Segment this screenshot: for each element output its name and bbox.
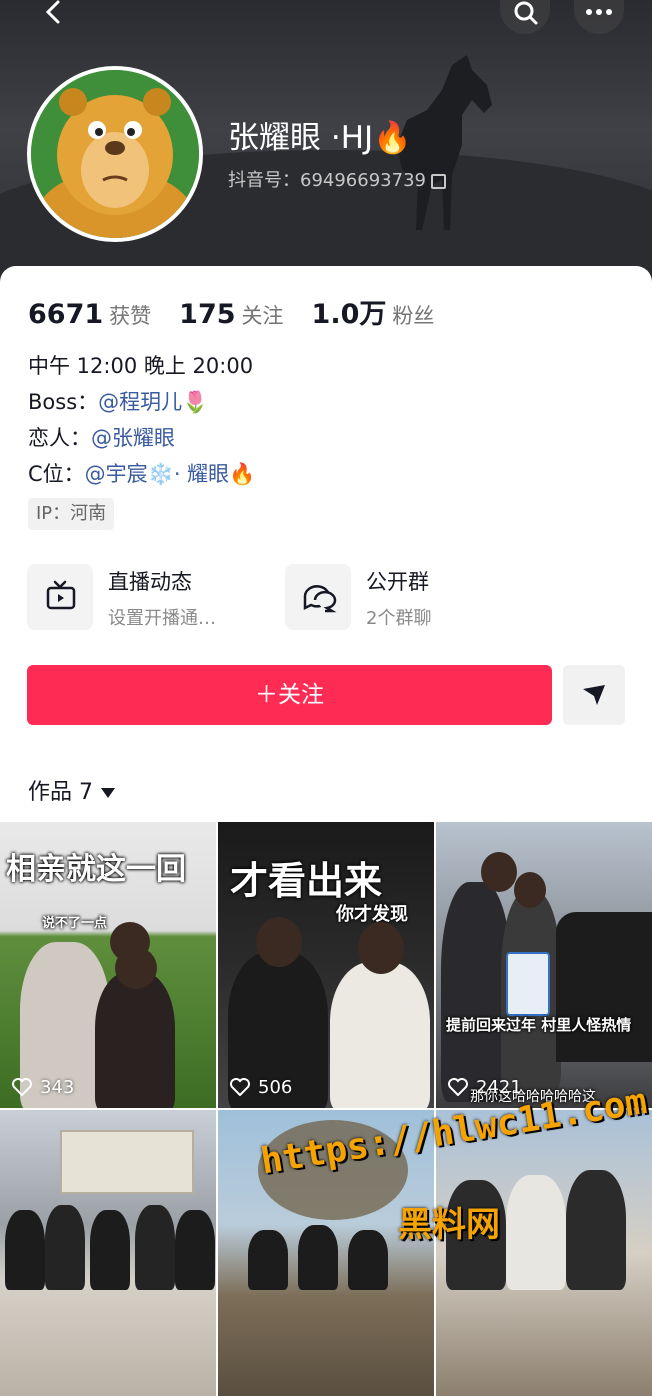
live-feature-subtitle: 设置开播通… bbox=[108, 608, 216, 629]
search-icon[interactable] bbox=[500, 0, 550, 34]
c-mention-link[interactable]: @宇宸❄️· 耀眼🔥 bbox=[85, 462, 256, 486]
person-head bbox=[358, 922, 404, 974]
video-thumbnail[interactable]: 才看出来 你才发现 506 bbox=[218, 822, 434, 1108]
follow-button[interactable]: ＋关注 bbox=[27, 665, 552, 725]
person-figure bbox=[135, 1205, 175, 1290]
video-thumbnail[interactable]: 提前回来过年 村里人怪热情 那你这哈哈哈哈哈这 2421 bbox=[436, 822, 652, 1108]
bio-line-boss: Boss：@程玥儿🌷 bbox=[28, 384, 255, 420]
video-likes-count: 343 bbox=[40, 1077, 75, 1098]
chat-group-icon bbox=[285, 564, 351, 630]
dropdown-triangle-icon bbox=[101, 788, 116, 798]
works-count: 7 bbox=[79, 780, 94, 805]
likes-count: 6671 bbox=[28, 299, 104, 330]
more-icon[interactable] bbox=[574, 0, 624, 34]
person-head bbox=[256, 917, 302, 967]
video-likes: 506 bbox=[230, 1077, 292, 1098]
followers-label[interactable]: 粉丝 bbox=[392, 300, 434, 330]
bio-line-lover: 恋人：@张耀眼 bbox=[28, 420, 255, 456]
c-label: C位： bbox=[28, 462, 85, 486]
video-subcaption: 你才发现 bbox=[336, 904, 408, 925]
building bbox=[60, 1130, 194, 1194]
person-figure bbox=[506, 1175, 566, 1290]
boss-mention-link[interactable]: @程玥儿🌷 bbox=[98, 390, 208, 414]
bio: 中午 12:00 晚上 20:00 Boss：@程玥儿🌷 恋人：@张耀眼 C位：… bbox=[28, 348, 255, 492]
heart-icon bbox=[448, 1078, 468, 1096]
bear-avatar-icon bbox=[31, 70, 199, 238]
video-likes: 343 bbox=[12, 1077, 74, 1098]
live-feature[interactable]: 直播动态 设置开播通… bbox=[27, 564, 257, 632]
video-likes-count: 506 bbox=[258, 1077, 293, 1098]
works-tab[interactable]: 作品 7 bbox=[28, 774, 116, 806]
avatar[interactable] bbox=[27, 66, 203, 242]
stats-row: 6671 获赞 175 关注 1.0万 粉丝 bbox=[28, 292, 462, 331]
group-feature-subtitle: 2个群聊 bbox=[366, 608, 432, 629]
heart-icon bbox=[230, 1078, 250, 1096]
gift-bag bbox=[506, 952, 550, 1016]
person-figure bbox=[90, 1210, 130, 1290]
person-figure bbox=[45, 1205, 85, 1290]
following-count[interactable]: 175 bbox=[179, 299, 235, 330]
likes-label: 获赞 bbox=[109, 304, 152, 328]
video-thumbnail[interactable] bbox=[0, 1110, 216, 1396]
video-caption: 相亲就这一回 bbox=[6, 852, 186, 887]
bio-line-schedule: 中午 12:00 晚上 20:00 bbox=[28, 354, 254, 378]
douyin-id-text: 抖音号：69496693739 bbox=[228, 170, 426, 191]
tv-icon bbox=[27, 564, 93, 630]
back-icon[interactable] bbox=[28, 0, 78, 34]
works-label: 作品 bbox=[28, 780, 73, 805]
ip-location-tag: IP：河南 bbox=[28, 498, 115, 530]
video-caption: 才看出来 bbox=[230, 859, 383, 903]
watermark-name: 黑料网 bbox=[398, 1205, 500, 1245]
following-label[interactable]: 关注 bbox=[242, 300, 284, 330]
profile-header: 张耀眼 ·HJ🔥 抖音号：69496693739 bbox=[0, 0, 652, 290]
lover-mention-link[interactable]: @张耀眼 bbox=[91, 426, 175, 450]
person-figure bbox=[175, 1210, 215, 1290]
person-figure bbox=[566, 1170, 626, 1290]
person-figure bbox=[298, 1225, 338, 1290]
person-head bbox=[481, 852, 517, 892]
person-head bbox=[514, 872, 546, 908]
video-thumbnail[interactable]: 相亲就这一回 说不了一点 343 bbox=[0, 822, 216, 1108]
person-figure bbox=[330, 962, 430, 1108]
video-likes: 2421 bbox=[448, 1077, 522, 1098]
share-button[interactable] bbox=[563, 665, 625, 725]
live-feature-title: 直播动态 bbox=[108, 570, 192, 594]
bio-line-c: C位：@宇宸❄️· 耀眼🔥 bbox=[28, 456, 255, 492]
video-caption: 提前回来过年 村里人怪热情 bbox=[446, 1016, 632, 1034]
person-figure bbox=[95, 972, 175, 1108]
copy-icon[interactable] bbox=[430, 173, 446, 189]
car-door bbox=[556, 912, 652, 1062]
followers-count[interactable]: 1.0万 bbox=[312, 292, 387, 331]
lover-label: 恋人： bbox=[28, 426, 91, 450]
person-figure bbox=[348, 1230, 388, 1290]
person-head bbox=[115, 947, 157, 989]
profile-name: 张耀眼 ·HJ🔥 bbox=[228, 120, 412, 156]
video-likes-count: 2421 bbox=[476, 1077, 522, 1098]
video-subcaption: 说不了一点 bbox=[42, 916, 108, 931]
group-feature-title: 公开群 bbox=[366, 570, 429, 594]
watermark: https://hlwc11.com 黑料网 bbox=[258, 1081, 650, 1245]
send-icon bbox=[583, 685, 605, 705]
group-feature[interactable]: 公开群 2个群聊 bbox=[285, 564, 485, 632]
person-figure bbox=[248, 1230, 288, 1290]
person-figure bbox=[5, 1210, 45, 1290]
heart-icon bbox=[12, 1078, 32, 1096]
douyin-id[interactable]: 抖音号：69496693739 bbox=[228, 166, 446, 192]
boss-label: Boss： bbox=[28, 390, 99, 414]
